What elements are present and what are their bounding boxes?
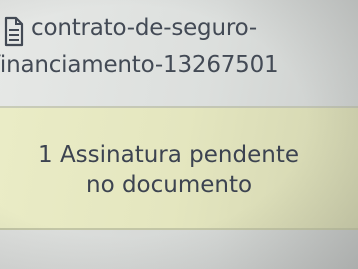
document-name-continued[interactable]: financiamento-13267501 [0,52,279,78]
document-icon [4,16,24,47]
pending-signature-banner: 1 Assinatura pendente no documento [0,108,358,230]
photo-of-screen: contrato-de-seguro- financiamento-132675… [0,0,358,269]
document-name[interactable]: contrato-de-seguro- [31,15,257,41]
pending-signature-count: 1 Assinatura pendente [38,142,299,168]
document-header: contrato-de-seguro- financiamento-132675… [0,0,358,100]
pending-signature-context: no documento [86,172,253,198]
lower-area [0,230,358,269]
